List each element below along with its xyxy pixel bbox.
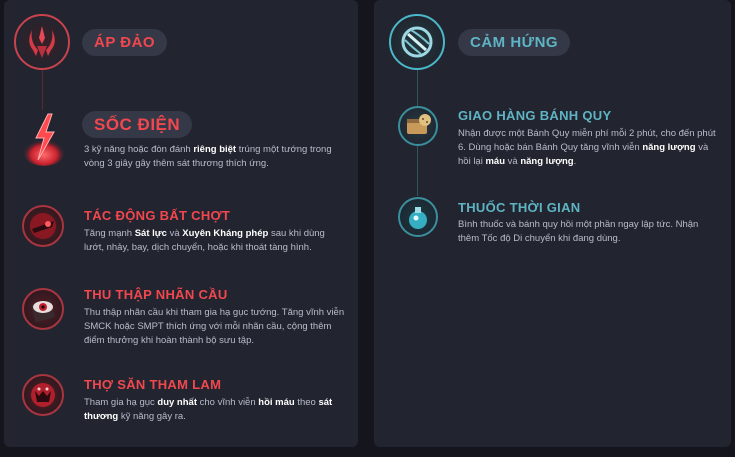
rune-description: Tăng mạnh Sát lực và Xuyên Kháng phép sa…	[84, 228, 325, 253]
ravenous-hunter-icon[interactable]	[22, 374, 64, 416]
rune-name: THU THẬP NHÃN CẦU	[84, 287, 228, 302]
eyeball-collection-icon[interactable]	[22, 288, 64, 330]
rune-name: THỢ SĂN THAM LAM	[84, 377, 222, 392]
tree-title: CẢM HỨNG	[458, 29, 571, 56]
rune-description: Tham gia hạ gục duy nhất cho vĩnh viễn h…	[84, 397, 333, 422]
inspiration-icon[interactable]	[389, 14, 445, 70]
sudden-impact-icon[interactable]	[22, 205, 64, 247]
secondary-tree-panel: CẢM HỨNG GIAO HÀNG BÁNH QUY Nhận được mộ…	[374, 0, 731, 447]
primary-tree-panel: ÁP ĐẢO SỐC ĐIỆN 3 kỹ năng hoặc đòn đánh …	[4, 0, 358, 447]
keystone-description: 3 kỹ năng hoặc đòn đánh riêng biệt trúng…	[84, 144, 332, 169]
tree-title: ÁP ĐẢO	[82, 29, 168, 56]
rune-description: Bình thuốc và bánh quy hồi một phần ngay…	[458, 219, 699, 244]
rune-name: THUỐC THỜI GIAN	[458, 200, 581, 215]
rune-description: Thu thập nhãn cầu khi tham gia hạ gục tư…	[84, 307, 345, 346]
domination-icon[interactable]	[14, 14, 70, 70]
tree-connector-line	[417, 70, 418, 108]
biscuit-delivery-icon[interactable]	[398, 106, 438, 146]
rune-name: GIAO HÀNG BÁNH QUY	[458, 108, 612, 123]
time-warp-tonic-icon[interactable]	[398, 197, 438, 237]
keystone-name: SỐC ĐIỆN	[82, 111, 193, 138]
rune-description: Nhận được một Bánh Quy miễn phí mỗi 2 ph…	[458, 128, 716, 167]
tree-connector-line	[417, 146, 418, 196]
tree-connector-line	[42, 70, 43, 110]
electrocute-icon[interactable]	[18, 110, 70, 168]
rune-name: TÁC ĐỘNG BẤT CHỢT	[84, 208, 231, 223]
